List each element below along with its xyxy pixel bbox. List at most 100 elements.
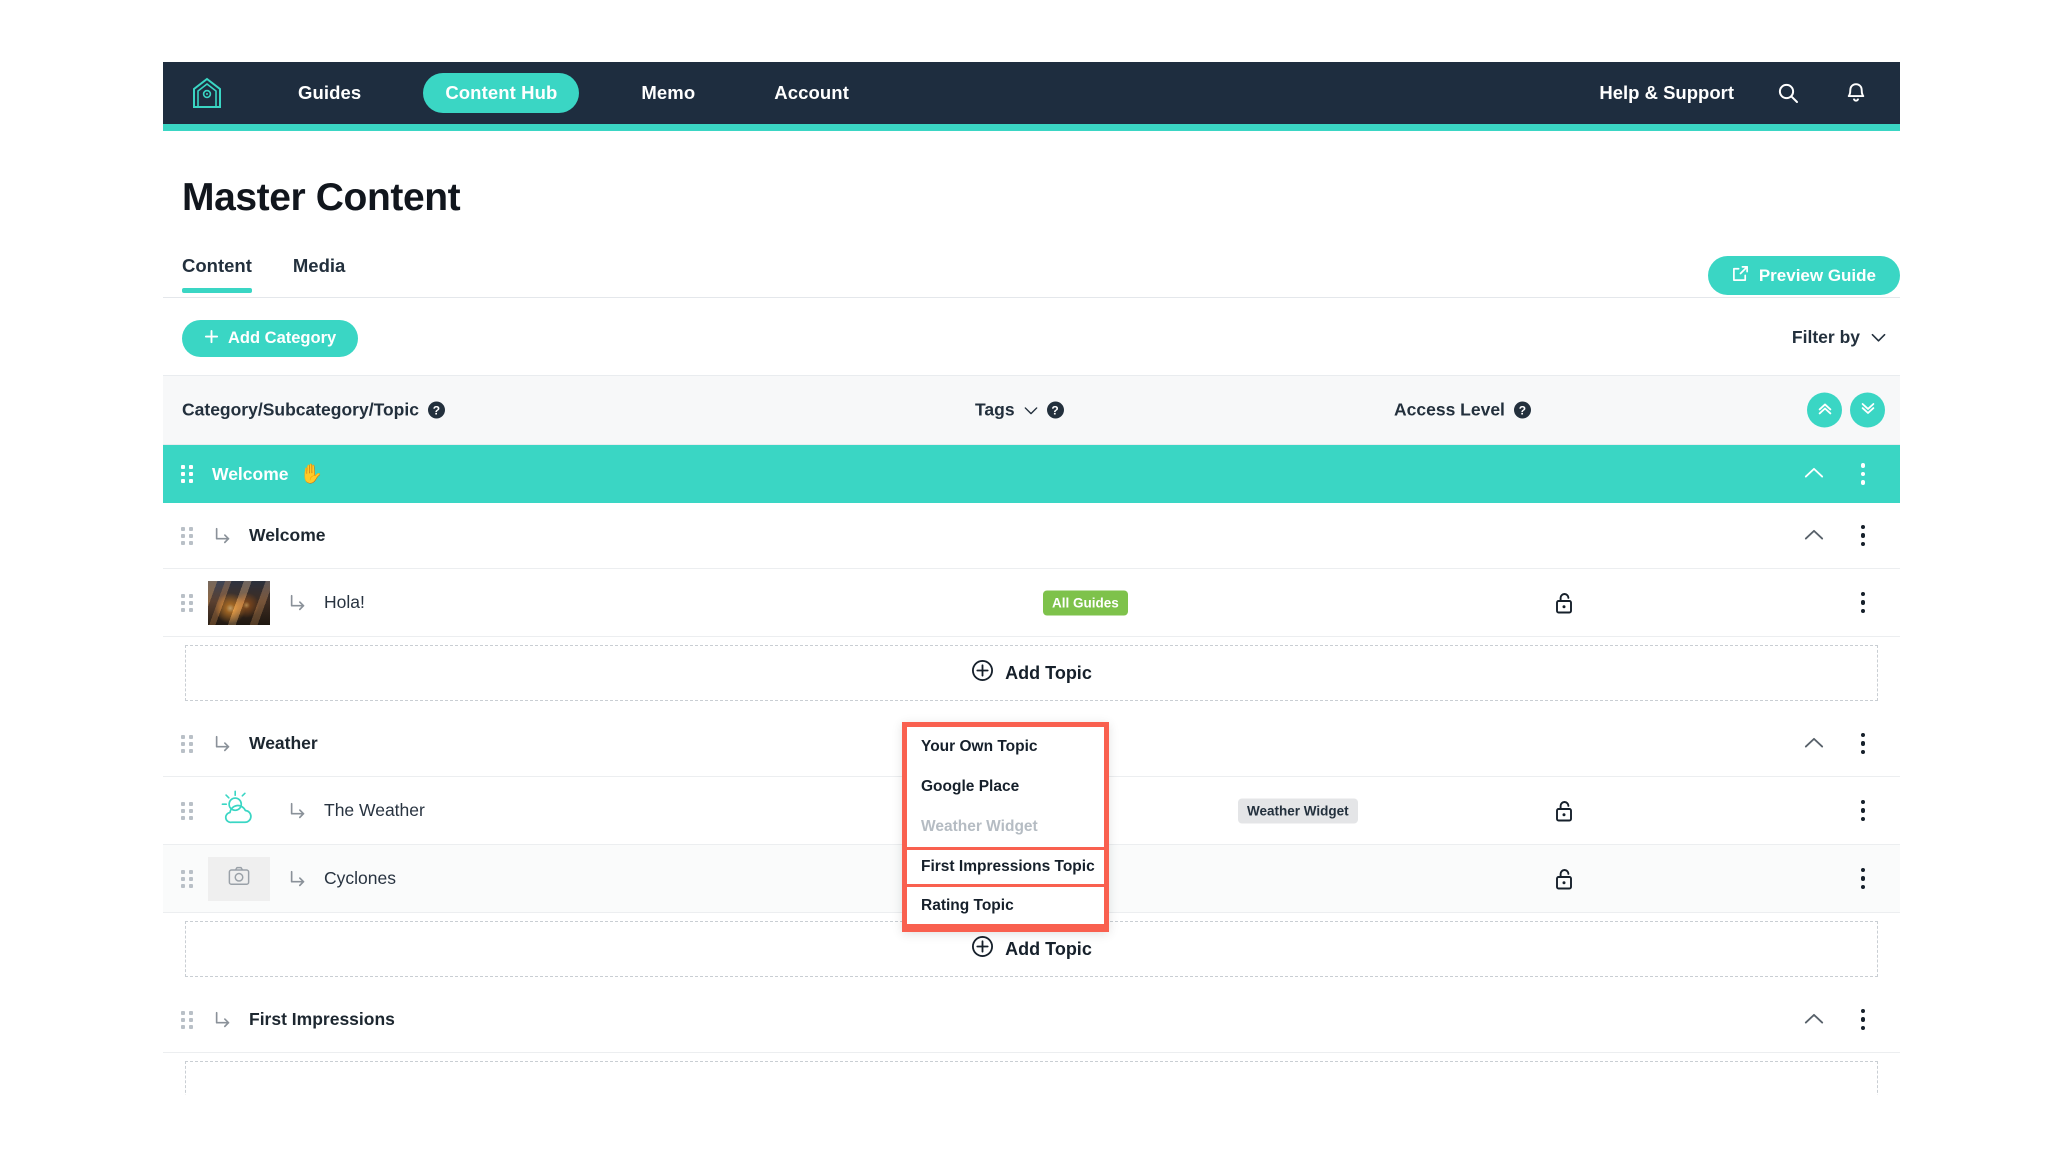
tabs-divider [163,297,1900,298]
tag-badge-weather-widget[interactable]: Weather Widget [1238,798,1358,823]
subcategory-label: Weather [249,733,318,753]
collapse-toggle-button[interactable] [1788,987,1840,1052]
unlocked-padlock-icon[interactable] [1553,866,1575,891]
topic-label: Hola! [324,592,365,612]
drag-handle-icon[interactable] [181,465,195,483]
chevron-down-icon [1871,327,1886,348]
nav-item-content-hub[interactable]: Content Hub [423,73,580,113]
drag-handle-icon[interactable] [181,734,195,753]
tree-row-subcategory-welcome[interactable]: Welcome [163,503,1900,569]
child-arrow-icon [213,526,233,546]
column-header-access-label: Access Level [1394,399,1505,420]
category-label: Welcome ✋ [212,462,323,486]
topic-label: Cyclones [324,868,396,888]
search-icon[interactable] [1776,81,1800,105]
row-actions [1788,711,1900,776]
unlocked-padlock-icon[interactable] [1553,798,1575,823]
preview-guide-button[interactable]: Preview Guide [1707,256,1900,295]
nav-item-memo[interactable]: Memo [619,73,717,113]
table-header: Category/Subcategory/Topic ? Tags ? Acce… [163,375,1900,445]
page-title: Master Content [182,176,461,219]
topic-thumbnail [208,789,270,833]
column-header-category-label: Category/Subcategory/Topic [182,399,419,420]
topic-thumbnail [208,580,270,625]
topic-thumbnail-placeholder [208,856,270,901]
row-menu-button[interactable] [1840,711,1886,776]
child-arrow-icon [288,869,308,889]
page-tabs: Content Media [182,255,386,293]
drag-handle-icon[interactable] [181,801,195,820]
column-header-access-level: Access Level ? [1394,400,1531,421]
menu-item-your-own-topic[interactable]: Your Own Topic [907,727,1104,767]
drag-handle-icon[interactable] [181,526,195,545]
add-category-label: Add Category [228,329,337,347]
kebab-menu-icon [1860,799,1866,822]
row-actions [1788,987,1900,1052]
topic-label: The Weather [324,800,425,820]
add-category-button[interactable]: Add Category [182,320,359,357]
child-arrow-icon [288,801,308,821]
help-icon-tags[interactable]: ? [1046,401,1064,419]
add-topic-button-1[interactable]: Add Topic [185,645,1878,701]
chevron-up-icon [1804,1012,1824,1028]
bell-icon[interactable] [1844,81,1868,106]
row-menu-button[interactable] [1840,777,1886,844]
menu-item-weather-widget: Weather Widget [907,807,1104,847]
double-chevron-up-icon [1816,400,1834,421]
collapse-toggle-button[interactable] [1788,445,1840,503]
tree-row-topic-hola[interactable]: Hola! All Guides [163,569,1900,637]
sun-cloud-icon [218,789,260,833]
help-icon-access[interactable]: ? [1513,401,1531,419]
row-actions [1840,569,1900,636]
tag-badge-all-guides[interactable]: All Guides [1043,590,1128,615]
column-header-tags-label: Tags [975,399,1015,420]
help-and-support-link[interactable]: Help & Support [1599,82,1734,104]
drag-handle-icon[interactable] [181,593,195,612]
chevron-down-icon-tags[interactable] [1024,400,1038,421]
subcategory-label: First Impressions [249,1009,395,1029]
chevron-up-icon [1804,736,1824,752]
nav-item-guides[interactable]: Guides [276,73,383,113]
preview-guide-label: Preview Guide [1758,265,1876,285]
row-menu-button[interactable] [1840,845,1886,912]
viewport-bottom-mask [163,1095,1900,1103]
collapse-all-button[interactable] [1850,392,1885,428]
tree-row-subcategory-first-impressions[interactable]: First Impressions [163,987,1900,1053]
add-topic-button-3[interactable] [185,1061,1878,1095]
unlocked-padlock-icon[interactable] [1553,590,1575,615]
help-icon-category[interactable]: ? [427,401,445,419]
row-menu-button[interactable] [1840,445,1886,503]
row-menu-button[interactable] [1840,987,1886,1052]
expand-all-button[interactable] [1807,392,1842,428]
row-actions [1840,777,1900,844]
navbar-right: Help & Support [1599,81,1900,106]
menu-item-first-impressions-topic[interactable]: First Impressions Topic [907,847,1104,887]
plus-circle-icon [971,659,994,687]
navbar-accent-bar [163,124,1900,131]
child-arrow-icon [213,1010,233,1030]
tab-media[interactable]: Media [293,255,345,293]
collapse-toggle-button[interactable] [1788,503,1840,568]
plus-circle-icon [971,935,994,963]
wave-hand-icon: ✋ [299,464,324,485]
row-menu-button[interactable] [1840,569,1886,636]
home-icon[interactable] [186,72,228,114]
nav-item-account[interactable]: Account [752,73,871,113]
tree-row-category-welcome[interactable]: Welcome ✋ [163,445,1900,503]
top-navbar: Guides Content Hub Memo Account Help & S… [163,62,1900,124]
filter-by-label: Filter by [1791,327,1860,347]
double-chevron-down-icon [1859,400,1877,421]
menu-item-google-place[interactable]: Google Place [907,767,1104,807]
category-name: Welcome [212,463,289,484]
tab-content[interactable]: Content [182,255,252,293]
kebab-menu-icon [1860,1008,1866,1031]
kebab-menu-icon [1860,591,1866,614]
menu-item-rating-topic[interactable]: Rating Topic [907,887,1104,927]
external-link-icon [1732,265,1749,287]
drag-handle-icon[interactable] [181,1010,195,1029]
row-menu-button[interactable] [1840,503,1886,568]
collapse-toggle-button[interactable] [1788,711,1840,776]
filter-by-dropdown[interactable]: Filter by [1792,327,1886,348]
camera-placeholder-icon [227,865,251,892]
drag-handle-icon[interactable] [181,869,195,888]
